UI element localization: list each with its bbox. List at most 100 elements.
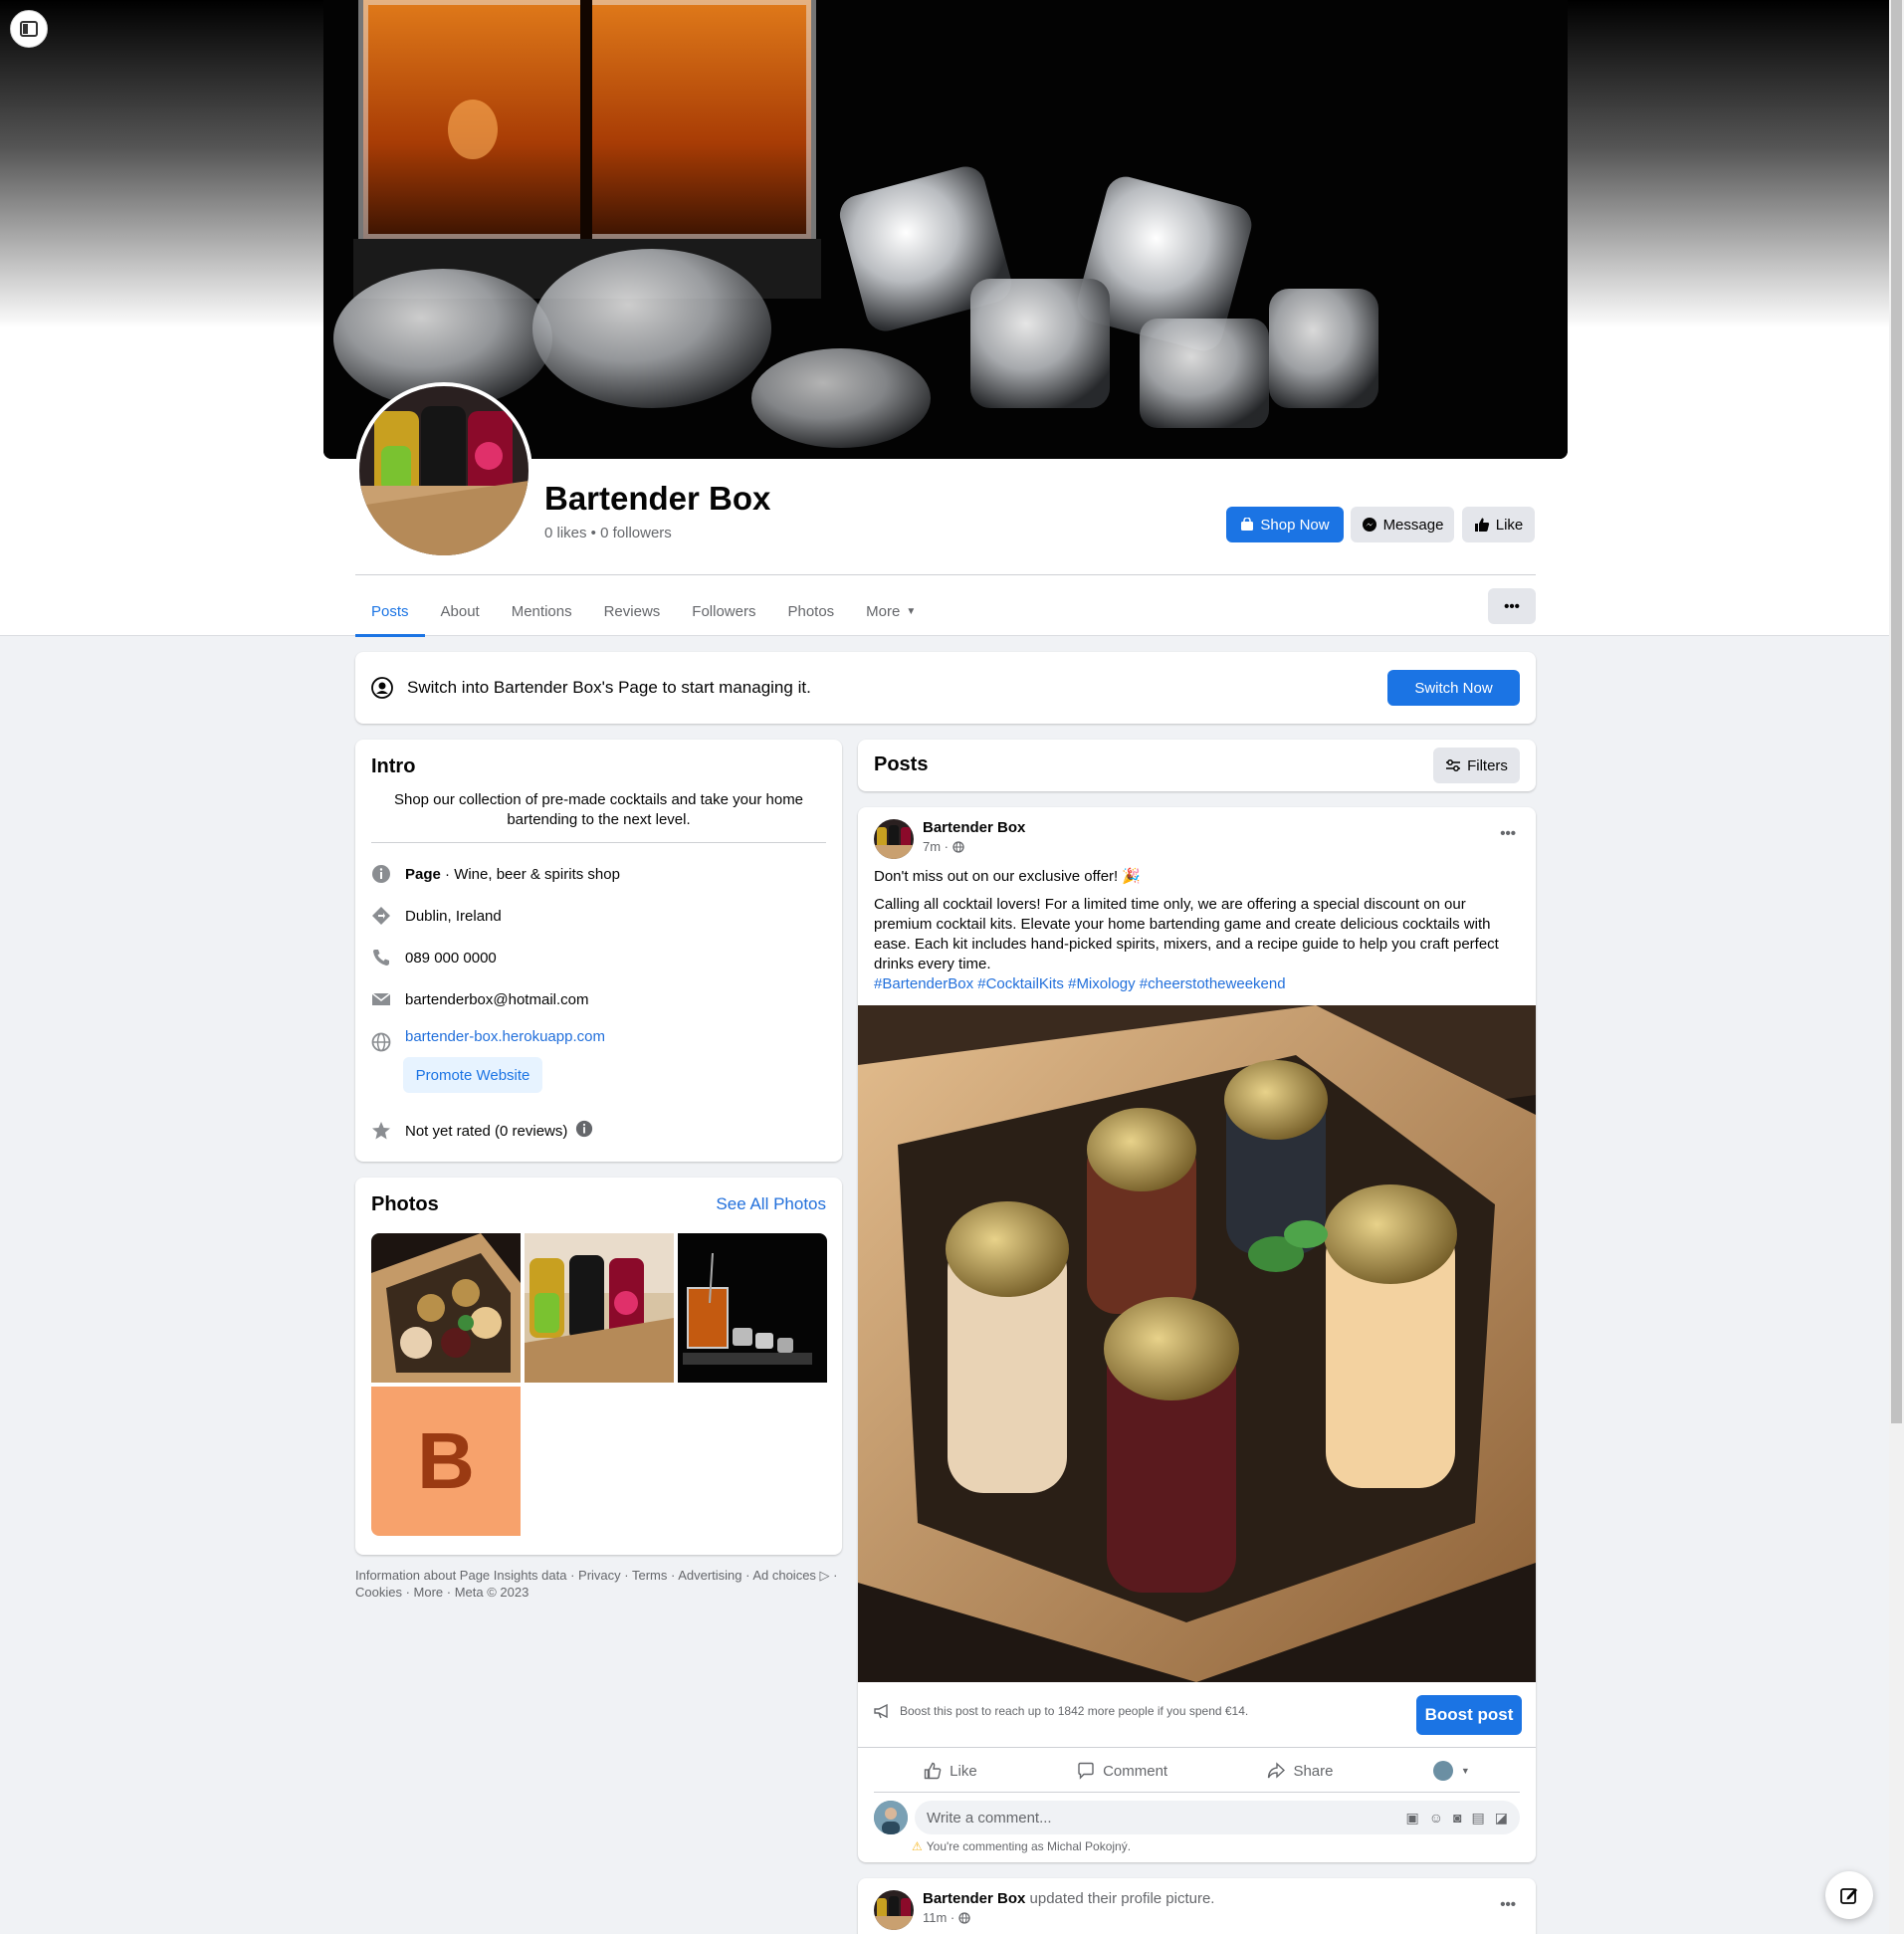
sticker-icon[interactable]: ◪ — [1495, 1810, 1508, 1827]
post-time[interactable]: 7m · — [923, 839, 949, 854]
emoji-icon[interactable]: ☺ — [1429, 1810, 1443, 1827]
comment-label: Comment — [1103, 1762, 1168, 1780]
like-page-button[interactable]: Like — [1462, 507, 1535, 542]
post-options-button[interactable]: ••• — [1500, 1896, 1516, 1913]
comment-button[interactable]: Comment — [1077, 1762, 1167, 1780]
see-all-photos-link[interactable]: See All Photos — [716, 1194, 826, 1214]
switch-profile-icon — [371, 677, 393, 699]
reaction-profile-selector[interactable]: ▼ — [1432, 1761, 1470, 1781]
post-author-name[interactable]: Bartender Box — [923, 1890, 1025, 1907]
photo-thumbnail[interactable] — [525, 1233, 674, 1383]
like-post-label: Like — [950, 1762, 977, 1780]
thumbs-up-icon — [1474, 518, 1489, 532]
like-post-button[interactable]: Like — [924, 1762, 977, 1780]
gif-icon[interactable]: ▤ — [1472, 1810, 1485, 1827]
more-options-button[interactable]: ••• — [1488, 588, 1536, 624]
phone-icon — [371, 948, 391, 967]
post-header-line: Bartender Box updated their profile pict… — [923, 1890, 1214, 1907]
page-stats: 0 likes • 0 followers — [544, 525, 672, 541]
promote-website-button[interactable]: Promote Website — [403, 1057, 542, 1093]
filters-label: Filters — [1467, 756, 1508, 774]
new-message-button[interactable] — [1825, 1871, 1873, 1919]
scrollbar-thumb[interactable] — [1891, 0, 1902, 1423]
message-label: Message — [1382, 516, 1444, 534]
message-button[interactable]: Message — [1351, 507, 1454, 542]
page-scrollbar[interactable] — [1889, 0, 1904, 1934]
intro-card: Intro Shop our collection of pre-made co… — [355, 740, 842, 1162]
tab-more[interactable]: More ▼ — [850, 585, 932, 637]
letter-avatar: B — [417, 1416, 475, 1505]
commenter-avatar[interactable] — [874, 1801, 908, 1834]
post-action-text: updated their profile picture. — [1025, 1890, 1215, 1907]
cover-photo[interactable] — [323, 0, 1568, 459]
category-value: · Wine, beer & spirits shop — [440, 865, 620, 883]
intro-category-row: Page · Wine, beer & spirits shop — [371, 864, 620, 884]
post-divider — [858, 1747, 1536, 1748]
comment-input[interactable]: Write a comment... ▣ ☺ ◙ ▤ ◪ — [915, 1801, 1520, 1834]
photo-thumbnail[interactable] — [678, 1233, 827, 1383]
tab-posts[interactable]: Posts — [355, 585, 425, 637]
megaphone-icon — [874, 1703, 888, 1719]
share-button[interactable]: Share — [1267, 1762, 1333, 1780]
post-time[interactable]: 11m · — [923, 1910, 954, 1925]
post-author-avatar[interactable] — [874, 1890, 914, 1930]
boost-post-button[interactable]: Boost post — [1416, 1695, 1522, 1735]
post-author-name[interactable]: Bartender Box — [923, 819, 1025, 836]
commenting-as-notice: ⚠ You're commenting as Michal Pokojný. — [912, 1839, 1131, 1853]
shop-now-button[interactable]: Shop Now — [1226, 507, 1344, 542]
caret-down-icon: ▼ — [1460, 1766, 1470, 1776]
post-hashtags[interactable]: #BartenderBox #CocktailKits #Mixology #c… — [874, 974, 1511, 994]
tab-reviews[interactable]: Reviews — [588, 585, 677, 637]
post-main-text: Calling all cocktail lovers! For a limit… — [874, 896, 1499, 972]
share-icon — [1268, 1762, 1286, 1779]
post-divider — [874, 1792, 1520, 1793]
photo-thumbnail[interactable]: B — [371, 1387, 521, 1536]
tab-about[interactable]: About — [425, 585, 496, 637]
posts-title: Posts — [874, 753, 929, 775]
share-label: Share — [1293, 1762, 1334, 1780]
footer-line-2[interactable]: Cookies · More · Meta © 2023 — [355, 1584, 843, 1601]
intro-divider — [371, 842, 826, 843]
intro-title: Intro — [371, 755, 416, 777]
page-footer-links: Information about Page Insights data · P… — [355, 1567, 843, 1601]
filters-button[interactable]: Filters — [1433, 748, 1520, 783]
comment-icon — [1078, 1762, 1094, 1780]
post-image[interactable] — [858, 1005, 1536, 1682]
star-icon — [371, 1121, 391, 1141]
footer-line-1[interactable]: Information about Page Insights data · P… — [355, 1567, 843, 1584]
post-options-button[interactable]: ••• — [1500, 825, 1516, 842]
post-author-avatar[interactable] — [874, 819, 914, 859]
category-label: Page — [405, 865, 441, 883]
post-body: Don't miss out on our exclusive offer! 🎉… — [874, 867, 1511, 994]
intro-location-row: Dublin, Ireland — [371, 906, 502, 926]
info-circle-icon[interactable] — [575, 1120, 593, 1142]
panel-icon — [20, 21, 38, 37]
tab-mentions[interactable]: Mentions — [496, 585, 588, 637]
switch-banner-text: Switch into Bartender Box's Page to star… — [407, 678, 811, 697]
switch-now-button[interactable]: Switch Now — [1387, 670, 1520, 706]
thumbs-up-outline-icon — [924, 1762, 942, 1780]
photo-thumbnail[interactable] — [371, 1233, 521, 1383]
info-icon — [371, 864, 391, 884]
posts-header: Posts Filters — [858, 740, 1536, 791]
compose-icon — [1840, 1888, 1857, 1904]
avatar-sticker-icon[interactable]: ▣ — [1406, 1810, 1419, 1827]
cover-image — [323, 0, 1568, 459]
location-icon — [371, 906, 391, 926]
page-title: Bartender Box — [544, 480, 771, 517]
header-divider — [355, 574, 1536, 575]
globe-small-icon — [952, 840, 964, 853]
sidebar-toggle-button[interactable] — [10, 10, 48, 48]
post-card: Bartender Box updated their profile pict… — [858, 1878, 1536, 1934]
website-link[interactable]: bartender-box.herokuapp.com — [405, 1028, 605, 1045]
boost-text: Boost this post to reach up to 1842 more… — [900, 1704, 1249, 1718]
shopping-bag-icon — [1241, 518, 1254, 531]
tab-followers[interactable]: Followers — [676, 585, 771, 637]
intro-email-row: bartenderbox@hotmail.com — [371, 989, 588, 1009]
globe-icon — [371, 1032, 391, 1052]
intro-rating-row: Not yet rated (0 reviews) — [371, 1120, 593, 1142]
tab-photos[interactable]: Photos — [771, 585, 850, 637]
camera-icon[interactable]: ◙ — [1453, 1810, 1461, 1827]
warning-icon: ⚠ — [912, 1839, 923, 1853]
profile-picture[interactable] — [355, 382, 532, 559]
